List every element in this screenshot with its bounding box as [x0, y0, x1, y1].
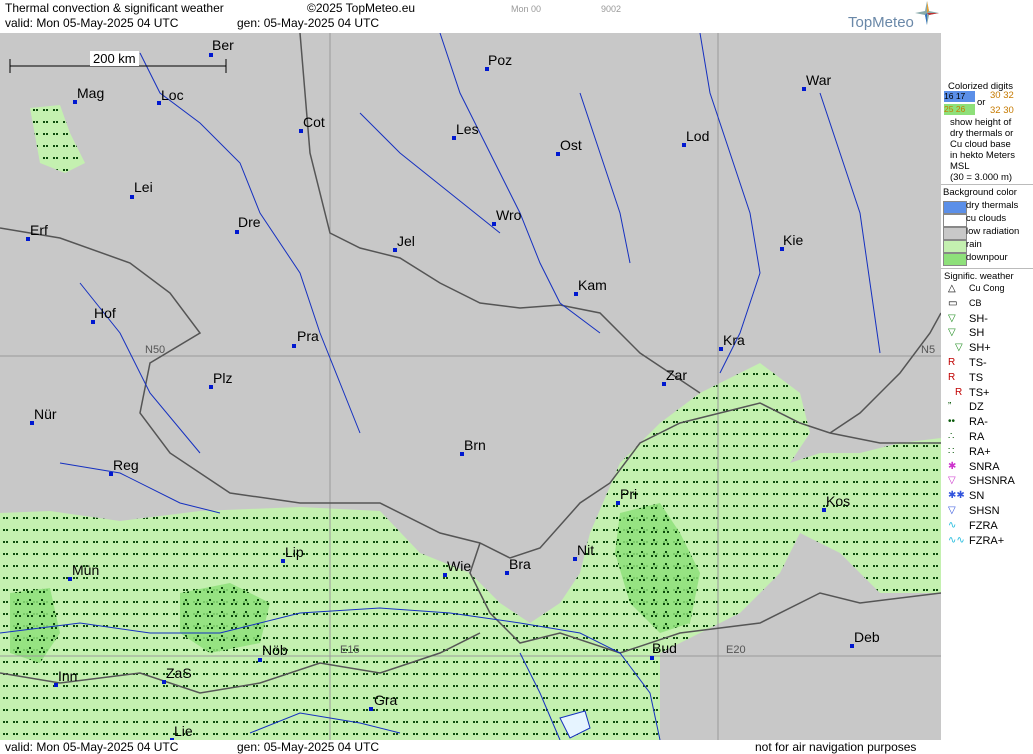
- legend-sig-title: Signific. weather: [944, 271, 1014, 282]
- shower-heavy-icon: ▽: [955, 342, 963, 354]
- legend-sig-label-5: TS-: [969, 357, 987, 369]
- legend-panel: Colorized digits 16 17 25 26 or 30 32 32…: [941, 33, 1033, 740]
- legend-swatch-4: [943, 253, 967, 266]
- legend-or: or: [977, 97, 986, 108]
- grid-label-e20: E20: [726, 644, 746, 656]
- legend-bg-label-2: low radiation: [966, 226, 1020, 237]
- legend-swatch-3: [943, 240, 967, 253]
- thunderstorm-heavy-icon: R: [955, 386, 963, 398]
- legend-sig-label-6: TS: [969, 371, 984, 384]
- legend-bg-label-4: downpour: [966, 252, 1008, 263]
- legend-swatch-0: [943, 201, 967, 214]
- cu-cong-icon: △: [948, 283, 956, 294]
- legend-sig-label-7: TS+: [969, 386, 990, 399]
- map-title: Thermal convection & significant weather: [5, 1, 224, 15]
- grid-label-n50-right: N5: [921, 344, 936, 356]
- legend-sig-label-3: SH: [969, 327, 985, 340]
- legend-desc-1: dry thermals or: [950, 128, 1014, 139]
- legend-sig-label-13: SHSNRA: [969, 475, 1015, 488]
- legend-sig-label-9: RA-: [969, 416, 988, 429]
- freezing-rain-icon: ∿: [948, 519, 957, 531]
- snow-rain-icon: ✱: [948, 460, 957, 472]
- legend-desc-4: MSL: [950, 161, 970, 172]
- legend-sig-label-17: FZRA+: [969, 534, 1005, 547]
- copyright: ©2025 TopMeteo.eu: [307, 1, 416, 15]
- legend-sig-label-11: RA+: [969, 445, 991, 458]
- snow-shower-icon: ▽: [948, 505, 956, 516]
- footer-valid: valid: Mon 05-May-2025 04 UTC: [5, 740, 179, 754]
- legend-sig-label-15: SHSN: [969, 505, 1000, 517]
- legend-swatch-1: [943, 214, 967, 227]
- legend-bg-label-3: rain: [966, 239, 982, 250]
- rain-heavy-icon: ∷: [948, 445, 955, 457]
- legend-sig-label-16: FZRA: [969, 519, 998, 532]
- footer-gen: gen: 05-May-2025 04 UTC: [237, 740, 380, 754]
- legend-sig-label-14: SN: [969, 490, 985, 503]
- freezing-rain-heavy-icon: ∿∿: [948, 534, 965, 546]
- generated-time: gen: 05-May-2025 04 UTC: [237, 16, 380, 30]
- legend-desc-2: Cu cloud base: [950, 139, 1011, 150]
- shower-light-icon: ▽: [948, 312, 956, 324]
- legend-sig-label-1: CB: [969, 297, 982, 308]
- scale-label: 200 km: [90, 51, 139, 66]
- footer: valid: Mon 05-May-2025 04 UTC gen: 05-Ma…: [0, 740, 1033, 754]
- rain-icon: ∴: [948, 431, 955, 442]
- legend-sig-label-4: SH+: [969, 342, 991, 355]
- legend-sig-label-2: SH-: [969, 312, 988, 325]
- grid-label-e15: E15: [340, 644, 360, 656]
- cb-icon: ▭: [948, 297, 958, 309]
- legend-bg-title: Background color: [943, 187, 1017, 198]
- legend-sig-label-10: RA: [969, 431, 985, 443]
- snow-rain-shower-icon: ▽: [948, 475, 956, 487]
- legend-sig-label-8: DZ: [969, 401, 984, 414]
- legend-digits-d: 32 30: [990, 105, 1014, 116]
- legend-bg-label-1: cu clouds: [966, 213, 1007, 224]
- legend-sig-label-12: SNRA: [969, 460, 1000, 473]
- map-canvas: [0, 33, 941, 740]
- compass-icon: [915, 1, 939, 25]
- brand-logo[interactable]: TopMeteo: [848, 14, 914, 31]
- legend-bg-label-0: dry thermals: [966, 200, 1019, 211]
- header: Thermal convection & significant weather…: [0, 0, 1033, 33]
- legend-desc-3: in hekto Meters: [950, 150, 1015, 161]
- model-code-label: 9002: [601, 4, 622, 14]
- thunderstorm-icon: R: [948, 371, 956, 383]
- valid-time: valid: Mon 05-May-2025 04 UTC: [5, 16, 179, 30]
- legend-desc-0: show height of: [950, 117, 1012, 128]
- legend-digits-c: 30 32: [990, 90, 1014, 101]
- thunderstorm-light-icon: R: [948, 357, 956, 368]
- rain-light-icon: ••: [948, 416, 956, 428]
- grid-label-n50: N50: [145, 344, 166, 356]
- legend-swatch-2: [943, 227, 967, 240]
- legend-desc-5: (30 = 3.000 m): [950, 172, 1013, 183]
- drizzle-icon: ”: [948, 401, 952, 413]
- legend-sig-label-0: Cu Cong: [969, 283, 1005, 293]
- footer-disclaimer: not for air navigation purposes: [755, 740, 917, 754]
- legend-digits-rain: 25 26: [944, 104, 975, 115]
- model-run-label: Mon 00: [511, 4, 542, 14]
- legend-digits-dry: 16 17: [944, 91, 975, 102]
- weather-map[interactable]: 200 km N50 N5 E15 E20 Ber Poz War Mag Lo…: [0, 33, 941, 740]
- snow-icon: ✱✱: [948, 490, 965, 502]
- shower-icon: ▽: [948, 327, 956, 339]
